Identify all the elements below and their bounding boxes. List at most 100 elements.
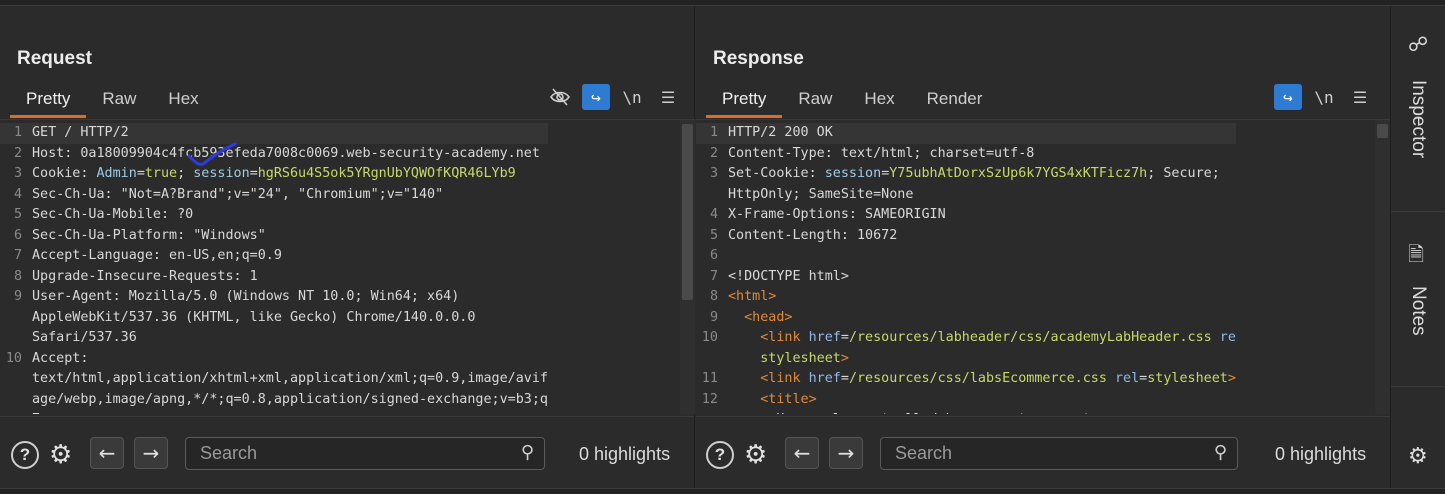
- newline-icon[interactable]: \n: [1310, 84, 1338, 110]
- line-text: Set-Cookie: session=Y75ubhAtDorxSzUp6k7Y…: [726, 164, 1220, 185]
- code-token: Content-Length: 10672: [728, 227, 898, 243]
- response-tab-render[interactable]: Render: [911, 88, 999, 118]
- code-line: 11 <link href=/resources/css/labsEcommer…: [696, 369, 1236, 390]
- next-arrow-icon[interactable]: →: [134, 437, 168, 469]
- code-token: re: [1219, 330, 1236, 345]
- code-token: Content-Type: text/html; charset=utf-8: [728, 145, 1035, 161]
- code-token: GET / HTTP/2: [32, 125, 129, 140]
- request-tab-raw[interactable]: Raw: [86, 88, 152, 118]
- code-token: <!DOCTYPE html>: [728, 268, 849, 284]
- code-token: 7: [32, 412, 40, 414]
- code-line: 2 Host: 0a18009904c4fcb593efeda7008c0069.…: [0, 144, 548, 165]
- bottom-border: [0, 488, 1445, 494]
- request-editor[interactable]: 1 GET / HTTP/2 2 Host: 0a18009904c4fcb593ef…: [0, 119, 695, 414]
- line-number: [696, 349, 726, 370]
- menu-icon[interactable]: ☰: [654, 84, 682, 110]
- line-text: Upgrade-Insecure-Requests: 1: [30, 267, 258, 288]
- hide-eye-icon[interactable]: [546, 84, 574, 110]
- code-token: >: [1227, 371, 1236, 386]
- line-text: Host: 0a18009904c4fcb593efeda7008c0069.w…: [30, 144, 540, 165]
- line-number: 1: [13, 125, 22, 140]
- code-token: HttpOnly; SameSite=None: [728, 186, 914, 202]
- line-number: 8: [13, 268, 22, 284]
- code-line: 4 Sec-Ch-Ua: "Not=A?Brand";v="24", "Chrom…: [0, 185, 548, 206]
- line-number: 11: [701, 371, 718, 386]
- code-token: Cookie:: [32, 166, 97, 181]
- request-highlights: 0 highlights: [579, 444, 671, 464]
- line-number: 5: [13, 207, 22, 222]
- code-line: 7: [0, 410, 548, 414]
- notes-tab[interactable]: Notes: [1407, 286, 1429, 336]
- request-code: 1 GET / HTTP/2 2 Host: 0a18009904c4fcb593ef…: [0, 123, 548, 414]
- line-number: [696, 185, 726, 206]
- response-editor[interactable]: 1 HTTP/2 200 OK 2 Content-Type: text/html; …: [696, 119, 1390, 414]
- response-scroll-thumb[interactable]: [1377, 124, 1388, 138]
- settings-gear-icon[interactable]: ⚙: [1408, 444, 1428, 469]
- code-line: HttpOnly; SameSite=None: [696, 185, 1236, 206]
- response-scrollbar[interactable]: [1375, 120, 1390, 414]
- request-tab-pretty[interactable]: Pretty: [10, 88, 87, 118]
- line-number: 9: [709, 309, 718, 325]
- help-icon[interactable]: ?: [706, 441, 734, 469]
- response-tab-pretty[interactable]: Pretty: [706, 88, 783, 118]
- request-tab-hex[interactable]: Hex: [152, 88, 214, 118]
- newline-icon[interactable]: \n: [618, 84, 646, 110]
- line-text: Safari/537.36: [30, 328, 137, 349]
- line-number: 9: [13, 289, 22, 304]
- wrap-lines-icon[interactable]: ↪: [582, 84, 610, 110]
- wrap-lines-icon[interactable]: ↪: [1274, 84, 1302, 110]
- help-icon[interactable]: ?: [11, 441, 39, 469]
- line-number: 6: [13, 227, 22, 243]
- code-token: text/html,application/xhtml+xml,applicat…: [32, 371, 548, 386]
- line-number: [0, 369, 30, 390]
- code-token: =: [840, 330, 849, 345]
- response-search-input[interactable]: [895, 443, 1195, 464]
- line-number: 2: [13, 145, 22, 161]
- code-token: Sec-Ch-Ua: "Not=A?Brand";v="24", "Chromi…: [32, 186, 444, 202]
- request-search-input[interactable]: [200, 443, 500, 464]
- code-token: stylesheet: [760, 350, 841, 366]
- menu-icon[interactable]: ☰: [1346, 84, 1374, 110]
- inspector-icon[interactable]: ☍: [1408, 32, 1428, 56]
- code-line: 10 <link href=/resources/labheader/css/a…: [696, 328, 1236, 349]
- response-tab-raw[interactable]: Raw: [782, 88, 848, 118]
- gear-icon[interactable]: ⚙: [49, 439, 72, 471]
- search-icon[interactable]: ⚲: [521, 442, 534, 463]
- prev-arrow-icon[interactable]: ←: [785, 437, 819, 469]
- gear-icon[interactable]: ⚙: [744, 439, 767, 471]
- line-text: HttpOnly; SameSite=None: [726, 185, 913, 206]
- notes-icon[interactable]: 🗎: [1408, 240, 1424, 274]
- request-scroll-thumb[interactable]: [682, 124, 693, 300]
- code-line: AppleWebKit/537.36 (KHTML, like Gecko) C…: [0, 308, 548, 329]
- line-number: 10: [701, 330, 718, 345]
- code-line: stylesheet>: [696, 349, 1236, 370]
- code-token: Safari/537.36: [32, 330, 137, 345]
- search-icon[interactable]: ⚲: [1214, 442, 1227, 463]
- line-number: [0, 390, 30, 411]
- line-text: Sec-Ch-Ua-Platform: "Windows": [30, 226, 266, 247]
- line-text: age/webp,image/apng,*/*;q=0.8,applicatio…: [30, 390, 548, 411]
- code-line: User role controlled by request paramete…: [696, 410, 1236, 414]
- code-token: /resources/labheader/css/academyLabHeade…: [848, 330, 1212, 345]
- code-token: Set-Cookie:: [728, 166, 825, 181]
- line-number: [0, 410, 30, 414]
- request-scrollbar[interactable]: [680, 120, 695, 414]
- code-token: true: [144, 166, 178, 181]
- code-token: ; Secure;: [1147, 166, 1220, 181]
- code-token: Upgrade-Insecure-Requests: 1: [32, 268, 258, 284]
- line-number: 4: [709, 207, 718, 222]
- inspector-tab[interactable]: Inspector: [1407, 80, 1429, 158]
- code-token: hgRS6u4S5ok5YRgnUbYQWOfKQR46LYb9: [257, 166, 516, 181]
- code-line: 4 X-Frame-Options: SAMEORIGIN: [696, 205, 1236, 226]
- code-token: Sec-Ch-Ua-Platform: "Windows": [32, 227, 266, 243]
- prev-arrow-icon[interactable]: ←: [90, 437, 124, 469]
- code-token: Sec-Ch-Ua-Mobile: ?0: [32, 207, 194, 222]
- code-token: <link: [760, 330, 809, 345]
- response-tab-hex[interactable]: Hex: [848, 88, 910, 118]
- sidebar-divider: [1391, 386, 1445, 387]
- code-line: 7 <!DOCTYPE html>: [696, 267, 1236, 288]
- next-arrow-icon[interactable]: →: [829, 437, 863, 469]
- code-line: age/webp,image/apng,*/*;q=0.8,applicatio…: [0, 390, 548, 411]
- code-token: <head>: [744, 309, 793, 325]
